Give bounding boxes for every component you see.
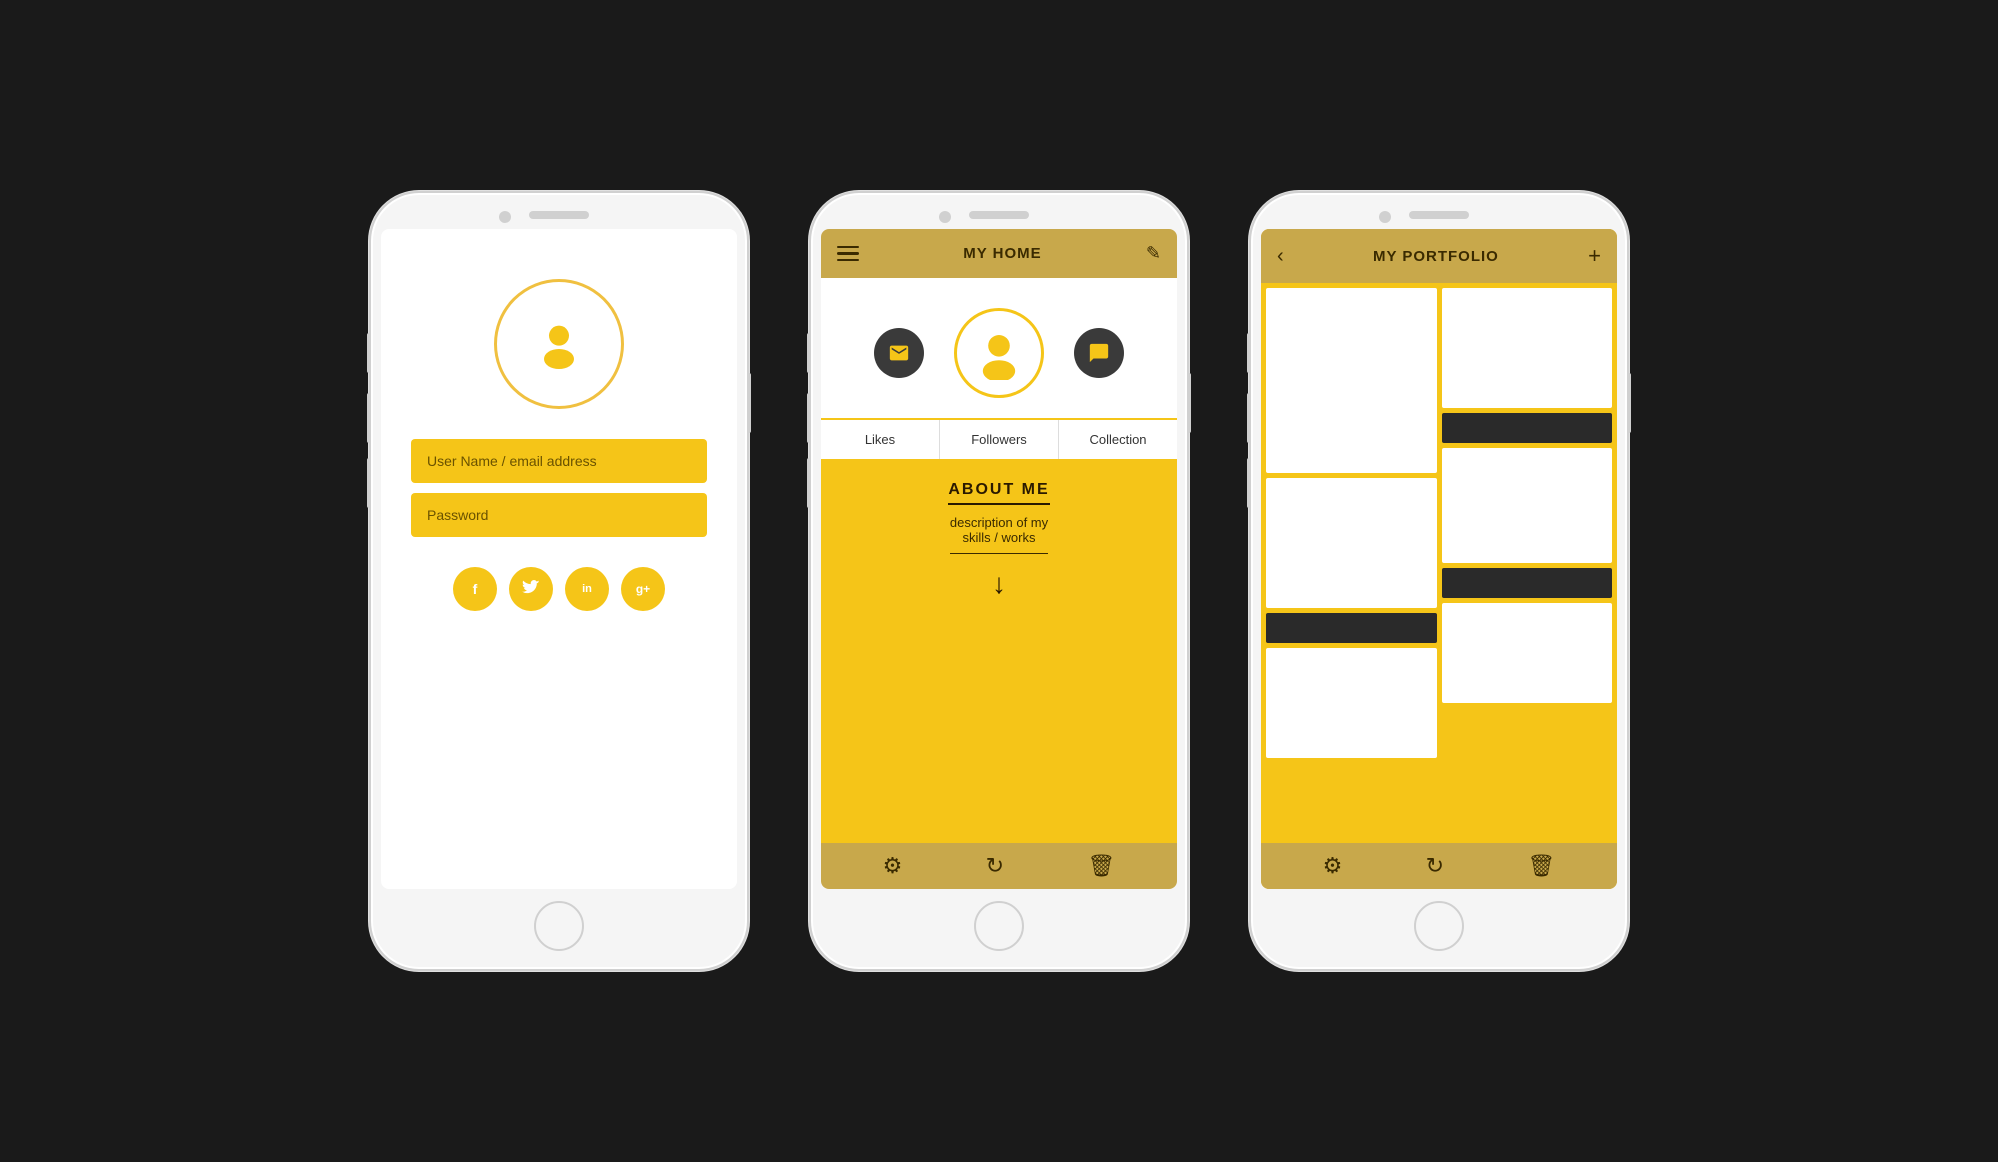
- side-button-right: [747, 373, 751, 433]
- camera2: [939, 211, 951, 223]
- social-icons-row: f in g+: [453, 567, 665, 611]
- side-button-left4: [807, 333, 811, 373]
- avatar-circle: [494, 279, 624, 409]
- back-icon[interactable]: ‹: [1277, 245, 1284, 268]
- avatar-icon: [534, 319, 584, 369]
- speaker2: [969, 211, 1029, 219]
- portfolio-item-4[interactable]: [1442, 448, 1613, 563]
- hamburger-line: [837, 252, 859, 255]
- hamburger-line: [837, 259, 859, 262]
- side-button-right3: [1627, 373, 1631, 433]
- about-section: ABOUT ME description of myskills / works…: [821, 461, 1177, 843]
- portfolio-item-3[interactable]: [1266, 478, 1437, 608]
- profile-avatar[interactable]: [954, 308, 1044, 398]
- googleplus-btn[interactable]: g+: [621, 567, 665, 611]
- side-button-left5: [807, 393, 811, 443]
- tabs-row: Likes Followers Collection: [821, 418, 1177, 461]
- refresh-icon[interactable]: ↻: [986, 853, 1004, 879]
- portfolio-label-3: [1266, 613, 1437, 643]
- portfolio-settings-icon[interactable]: ⚙: [1323, 853, 1343, 879]
- portfolio-label-4: [1442, 568, 1613, 598]
- phone-home: MY HOME ✎: [809, 191, 1189, 971]
- speaker3: [1409, 211, 1469, 219]
- side-button-left2: [367, 393, 371, 443]
- portfolio-item-2[interactable]: [1442, 288, 1613, 408]
- camera3: [1379, 211, 1391, 223]
- settings-icon[interactable]: ⚙: [883, 853, 903, 879]
- password-input[interactable]: [411, 493, 707, 537]
- profile-section: [821, 278, 1177, 418]
- portfolio-item-6[interactable]: [1442, 603, 1613, 703]
- tab-collection[interactable]: Collection: [1059, 420, 1177, 459]
- twitter-btn[interactable]: [509, 567, 553, 611]
- edit-icon[interactable]: ✎: [1146, 243, 1161, 264]
- portfolio-header: ‹ MY PORTFOLIO +: [1261, 229, 1617, 283]
- trash-icon[interactable]: 🗑: [1087, 853, 1115, 879]
- portfolio-item-1[interactable]: [1266, 288, 1437, 473]
- camera: [499, 211, 511, 223]
- side-button-left1: [367, 333, 371, 373]
- home-bottom-bar: ⚙ ↻ 🗑: [821, 843, 1177, 889]
- login-screen: f in g+: [381, 229, 737, 889]
- portfolio-bottom-bar: ⚙ ↻ 🗑: [1261, 843, 1617, 889]
- about-title: ABOUT ME: [948, 481, 1049, 505]
- home-button2[interactable]: [974, 901, 1024, 951]
- portfolio-title: MY PORTFOLIO: [1373, 248, 1499, 265]
- facebook-btn[interactable]: f: [453, 567, 497, 611]
- side-button-left6: [807, 458, 811, 508]
- portfolio-label-2: [1442, 413, 1613, 443]
- side-button-right2: [1187, 373, 1191, 433]
- phone-portfolio: ‹ MY PORTFOLIO +: [1249, 191, 1629, 971]
- side-button-left8: [1247, 393, 1251, 443]
- scene: f in g+: [329, 151, 1669, 1011]
- home-screen: MY HOME ✎: [821, 229, 1177, 889]
- phone-login: f in g+: [369, 191, 749, 971]
- portfolio-item-5[interactable]: [1266, 648, 1437, 758]
- hamburger-menu[interactable]: [837, 246, 859, 262]
- home-button3[interactable]: [1414, 901, 1464, 951]
- app-header: MY HOME ✎: [821, 229, 1177, 278]
- linkedin-btn[interactable]: in: [565, 567, 609, 611]
- portfolio-trash-icon[interactable]: 🗑: [1527, 853, 1555, 879]
- username-input[interactable]: [411, 439, 707, 483]
- profile-avatar-icon: [972, 326, 1026, 380]
- side-button-left3: [367, 458, 371, 508]
- side-button-left9: [1247, 458, 1251, 508]
- speaker: [529, 211, 589, 219]
- tab-followers[interactable]: Followers: [940, 420, 1059, 459]
- add-icon[interactable]: +: [1588, 243, 1601, 269]
- portfolio-screen: ‹ MY PORTFOLIO +: [1261, 229, 1617, 889]
- home-title: MY HOME: [963, 245, 1041, 262]
- message-btn[interactable]: [874, 328, 924, 378]
- home-button[interactable]: [534, 901, 584, 951]
- side-button-left7: [1247, 333, 1251, 373]
- portfolio-refresh-icon[interactable]: ↻: [1426, 853, 1444, 879]
- comment-btn[interactable]: [1074, 328, 1124, 378]
- down-arrow-icon[interactable]: ↓: [992, 568, 1006, 600]
- about-desc: description of myskills / works: [950, 515, 1048, 554]
- tab-likes[interactable]: Likes: [821, 420, 940, 459]
- hamburger-line: [837, 246, 859, 249]
